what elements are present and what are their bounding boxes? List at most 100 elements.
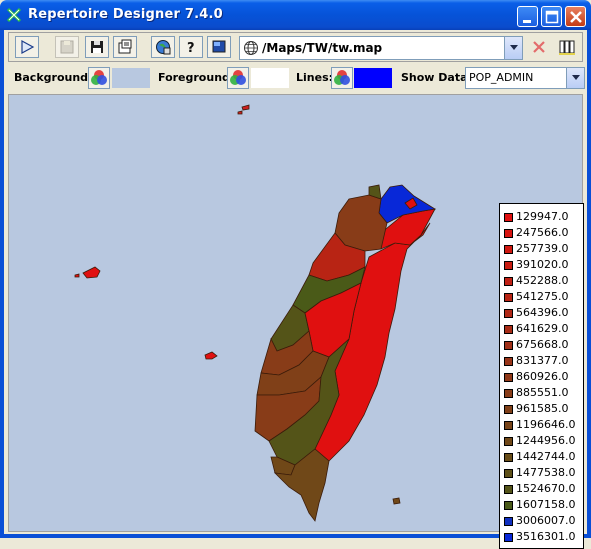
- legend-item: 885551.0: [500, 385, 585, 401]
- properties-icon: [118, 39, 132, 54]
- map-canvas[interactable]: 129947.0 247566.0 257739.0 391020.0 452288.0…: [8, 94, 584, 549]
- map-path-combobox[interactable]: /Maps/TW/tw.map: [239, 36, 523, 60]
- app-window: Repertoire Designer 7.4.0 ? /Maps/TW/tw.…: [0, 0, 591, 549]
- legend-label: 3006007.0: [516, 514, 576, 527]
- legend-item: 831377.0: [500, 353, 585, 369]
- legend-swatch: [504, 277, 513, 286]
- legend-item: 257739.0: [500, 241, 585, 257]
- window-title: Repertoire Designer 7.4.0: [28, 7, 223, 22]
- legend-label: 1442744.0: [516, 450, 576, 463]
- floppy-icon: [91, 41, 103, 53]
- region-island-north-a[interactable]: [241, 104, 250, 111]
- chevron-down-icon: [571, 75, 580, 80]
- legend-item: 1196646.0: [500, 417, 585, 433]
- legend-label: 675668.0: [516, 338, 569, 351]
- show-data-dropdown-arrow[interactable]: [566, 68, 584, 88]
- legend-item: 1442744.0: [500, 449, 585, 465]
- legend: 129947.0 247566.0 257739.0 391020.0 452288.0…: [499, 203, 584, 549]
- foreground-color-swatch[interactable]: [251, 68, 289, 88]
- help-button[interactable]: ?: [179, 36, 203, 58]
- main-toolbar: ? /Maps/TW/tw.map: [8, 32, 583, 62]
- maximize-button[interactable]: [541, 6, 562, 27]
- legend-label: 129947.0: [516, 210, 569, 223]
- map-path-dropdown-arrow[interactable]: [504, 37, 522, 59]
- save-button[interactable]: [85, 36, 109, 58]
- legend-item: 452288.0: [500, 273, 585, 289]
- legend-swatch: [504, 213, 513, 222]
- legend-label: 541275.0: [516, 290, 569, 303]
- web-button[interactable]: [151, 36, 175, 58]
- legend-label: 1477538.0: [516, 466, 576, 479]
- legend-swatch: [504, 485, 513, 494]
- lines-color-swatch[interactable]: [354, 68, 392, 88]
- client-area: ? /Maps/TW/tw.map Background: Foreground…: [4, 30, 587, 549]
- properties-button[interactable]: [113, 36, 137, 58]
- legend-swatch: [504, 293, 513, 302]
- region-lanyu[interactable]: [392, 497, 401, 505]
- close-button[interactable]: [565, 6, 586, 27]
- legend-label: 860926.0: [516, 370, 569, 383]
- save-disabled-button[interactable]: [55, 36, 79, 58]
- legend-swatch: [504, 469, 513, 478]
- legend-swatch: [504, 341, 513, 350]
- legend-item: 3006007.0: [500, 513, 585, 529]
- preview-button[interactable]: [207, 36, 231, 58]
- legend-label: 1196646.0: [516, 418, 576, 431]
- minimize-icon: [523, 20, 531, 23]
- show-data-value: POP_ADMIN: [469, 71, 534, 84]
- floppy-disabled-icon: [60, 40, 74, 54]
- show-data-combobox[interactable]: POP_ADMIN: [465, 67, 585, 89]
- legend-item: 3516301.0: [500, 529, 585, 545]
- rgb-icon: [334, 70, 350, 85]
- lines-color-picker[interactable]: [331, 67, 353, 89]
- legend-swatch: [504, 309, 513, 318]
- legend-swatch: [504, 325, 513, 334]
- legend-swatch: [504, 357, 513, 366]
- legend-swatch: [504, 437, 513, 446]
- legend-item: 564396.0: [500, 305, 585, 321]
- legend-label: 1607158.0: [516, 498, 576, 511]
- library-button[interactable]: [555, 36, 579, 58]
- clear-button[interactable]: [527, 36, 551, 58]
- minimize-button[interactable]: [517, 6, 538, 27]
- background-color-swatch[interactable]: [112, 68, 150, 88]
- legend-label: 1524670.0: [516, 482, 576, 495]
- background-label: Background:: [14, 71, 93, 84]
- legend-item: 961585.0: [500, 401, 585, 417]
- legend-swatch: [504, 453, 513, 462]
- close-icon: [570, 11, 582, 23]
- options-bar: Background: Foreground: Lines: Show Data…: [8, 64, 585, 92]
- help-icon: ?: [187, 41, 195, 55]
- rgb-icon: [230, 70, 246, 85]
- legend-item: 1244956.0: [500, 433, 585, 449]
- svg-text:?: ?: [187, 41, 195, 55]
- legend-label: 885551.0: [516, 386, 569, 399]
- legend-item: 675668.0: [500, 337, 585, 353]
- globe-small-icon: [244, 41, 258, 55]
- foreground-color-picker[interactable]: [227, 67, 249, 89]
- legend-label: 257739.0: [516, 242, 569, 255]
- legend-label: 1244956.0: [516, 434, 576, 447]
- title-bar[interactable]: Repertoire Designer 7.4.0: [0, 0, 591, 30]
- run-button[interactable]: [15, 36, 39, 58]
- background-color-picker[interactable]: [88, 67, 110, 89]
- play-icon: [21, 39, 35, 55]
- legend-swatch: [504, 261, 513, 270]
- region-penghu-b[interactable]: [74, 273, 80, 278]
- red-x-icon: [533, 41, 545, 53]
- legend-label: 452288.0: [516, 274, 569, 287]
- app-icon: [6, 7, 22, 23]
- region-penghu[interactable]: [82, 266, 101, 279]
- legend-label: 564396.0: [516, 306, 569, 319]
- region-liuqiu[interactable]: [204, 351, 218, 360]
- taiwan-map[interactable]: [9, 95, 582, 531]
- legend-swatch: [504, 389, 513, 398]
- region-island-north-b[interactable]: [237, 110, 243, 115]
- legend-item: 391020.0: [500, 257, 585, 273]
- foreground-label: Foreground:: [158, 71, 235, 84]
- legend-swatch: [504, 245, 513, 254]
- legend-label: 3516301.0: [516, 530, 576, 543]
- legend-item: 129947.0: [500, 209, 585, 225]
- globe-icon: [156, 40, 171, 55]
- legend-swatch: [504, 229, 513, 238]
